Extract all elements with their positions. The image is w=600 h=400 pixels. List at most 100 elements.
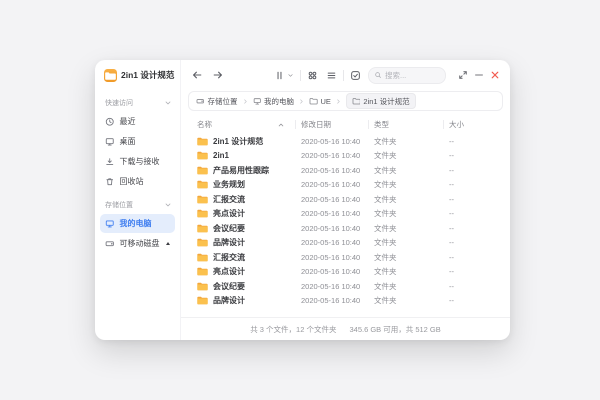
file-date: 2020-05-16 10:40 <box>301 224 374 233</box>
chevron-right-icon <box>335 98 342 105</box>
file-name: 2in1 <box>213 151 229 160</box>
file-name-cell: 产品易用性跟踪 <box>197 165 301 176</box>
file-type: 文件夹 <box>374 179 449 190</box>
file-type: 文件夹 <box>374 165 449 176</box>
table-row[interactable]: 汇报交流 2020-05-16 10:40 文件夹 -- <box>181 192 510 207</box>
breadcrumb: 存储位置 我的电脑 UE 2in1 设计规范 <box>188 91 503 111</box>
file-type: 文件夹 <box>374 150 449 161</box>
file-name-cell: 会议纪要 <box>197 223 301 234</box>
select-mode-icon[interactable] <box>350 70 361 81</box>
column-header-size-label: 大小 <box>449 119 464 130</box>
breadcrumb-item-label: 存储位置 <box>208 96 238 107</box>
sidebar-section-header[interactable]: 快速访问 <box>95 90 180 112</box>
fullscreen-icon[interactable] <box>457 69 469 81</box>
sidebar-item[interactable]: 桌面 <box>100 132 175 151</box>
folder-icon <box>197 195 208 204</box>
file-size: -- <box>449 151 500 160</box>
trash-icon <box>105 177 115 187</box>
table-row[interactable]: 品牌设计 2020-05-16 10:40 文件夹 -- <box>181 236 510 251</box>
file-date: 2020-05-16 10:40 <box>301 253 374 262</box>
file-type: 文件夹 <box>374 295 449 306</box>
column-header-name[interactable]: 名称 <box>197 115 301 134</box>
sort-button[interactable] <box>274 70 294 81</box>
breadcrumb-item-label: 2in1 设计规范 <box>363 96 409 107</box>
search-box[interactable] <box>368 67 446 84</box>
file-date: 2020-05-16 10:40 <box>301 137 374 146</box>
sidebar-item[interactable]: 最近 <box>100 112 175 131</box>
list-view-icon[interactable] <box>326 70 337 81</box>
folder-icon <box>352 97 361 106</box>
toolbar-divider <box>343 70 344 81</box>
file-date: 2020-05-16 10:40 <box>301 209 374 218</box>
folder-icon <box>197 151 208 160</box>
column-header-size[interactable]: 大小 <box>449 115 500 134</box>
folder-icon <box>197 253 208 262</box>
file-name-cell: 2in1 <box>197 151 301 160</box>
file-name: 2in1 设计规范 <box>213 136 263 147</box>
sidebar-item[interactable]: 回收站 <box>100 172 175 191</box>
file-date: 2020-05-16 10:40 <box>301 267 374 276</box>
forward-icon[interactable] <box>212 69 224 81</box>
folder-icon <box>197 137 208 146</box>
status-disk-space: 345.6 GB 可用，共 512 GB <box>349 324 440 335</box>
sidebar-item[interactable]: 我的电脑 <box>100 214 175 233</box>
file-name: 亮点设计 <box>213 208 245 219</box>
sidebar-item-label: 下载与接收 <box>120 156 160 167</box>
breadcrumb-item[interactable]: UE <box>309 97 331 106</box>
column-header-date[interactable]: 修改日期 <box>301 115 374 134</box>
folder-icon <box>197 296 208 305</box>
file-type: 文件夹 <box>374 252 449 263</box>
breadcrumb-item[interactable]: 存储位置 <box>196 96 238 107</box>
folder-icon <box>197 180 208 189</box>
grid-view-icon[interactable] <box>307 70 318 81</box>
back-icon[interactable] <box>191 69 203 81</box>
file-manager-window: 2in1 设计规范 快速访问 最近 桌面 下载与接收 回收站 存储位置 我的电脑 <box>95 60 510 340</box>
file-type: 文件夹 <box>374 208 449 219</box>
table-row[interactable]: 汇报交流 2020-05-16 10:40 文件夹 -- <box>181 250 510 265</box>
sidebar-section-items: 我的电脑 可移动磁盘 <box>95 214 180 253</box>
table-row[interactable]: 亮点设计 2020-05-16 10:40 文件夹 -- <box>181 207 510 222</box>
table-header: 名称 修改日期 类型 大小 <box>181 115 510 134</box>
breadcrumb-item-label: 我的电脑 <box>264 96 294 107</box>
chevron-right-icon <box>298 98 305 105</box>
column-header-name-label: 名称 <box>197 119 212 130</box>
sidebar-section-header[interactable]: 存储位置 <box>95 192 180 214</box>
breadcrumb-item-label: UE <box>321 97 331 106</box>
table-row[interactable]: 2in1 设计规范 2020-05-16 10:40 文件夹 -- <box>181 134 510 149</box>
sidebar-item-label: 我的电脑 <box>120 218 152 229</box>
table-row[interactable]: 会议纪要 2020-05-16 10:40 文件夹 -- <box>181 221 510 236</box>
file-name: 会议纪要 <box>213 223 245 234</box>
file-name: 品牌设计 <box>213 237 245 248</box>
file-size: -- <box>449 296 500 305</box>
table-row[interactable]: 会议纪要 2020-05-16 10:40 文件夹 -- <box>181 279 510 294</box>
table-row[interactable]: 业务规划 2020-05-16 10:40 文件夹 -- <box>181 178 510 193</box>
folder-icon <box>197 224 208 233</box>
table-row[interactable]: 亮点设计 2020-05-16 10:40 文件夹 -- <box>181 265 510 280</box>
file-type: 文件夹 <box>374 194 449 205</box>
eject-icon[interactable] <box>166 242 170 245</box>
sidebar-item[interactable]: 可移动磁盘 <box>100 234 175 253</box>
folder-icon <box>197 267 208 276</box>
drive-icon <box>196 97 205 106</box>
sidebar-item-label: 桌面 <box>120 136 136 147</box>
sidebar-item[interactable]: 下载与接收 <box>100 152 175 171</box>
search-input[interactable] <box>385 71 440 80</box>
chevron-right-icon <box>242 98 249 105</box>
file-date: 2020-05-16 10:40 <box>301 180 374 189</box>
breadcrumb-item[interactable]: 2in1 设计规范 <box>346 93 416 109</box>
file-size: -- <box>449 180 500 189</box>
column-header-type-label: 类型 <box>374 119 389 130</box>
table-row[interactable]: 品牌设计 2020-05-16 10:40 文件夹 -- <box>181 294 510 309</box>
sort-ascending-icon <box>277 121 285 129</box>
file-size: -- <box>449 137 500 146</box>
minimize-icon[interactable] <box>473 69 485 81</box>
column-header-type[interactable]: 类型 <box>374 115 449 134</box>
close-icon[interactable] <box>489 69 501 81</box>
file-list: 2in1 设计规范 2020-05-16 10:40 文件夹 -- 2in1 2… <box>181 134 510 317</box>
table-row[interactable]: 2in1 2020-05-16 10:40 文件夹 -- <box>181 149 510 164</box>
table-row[interactable]: 产品易用性跟踪 2020-05-16 10:40 文件夹 -- <box>181 163 510 178</box>
breadcrumb-item[interactable]: 我的电脑 <box>253 96 295 107</box>
file-name-cell: 2in1 设计规范 <box>197 136 301 147</box>
folder-icon <box>197 209 208 218</box>
sidebar-section-label: 快速访问 <box>105 98 133 108</box>
